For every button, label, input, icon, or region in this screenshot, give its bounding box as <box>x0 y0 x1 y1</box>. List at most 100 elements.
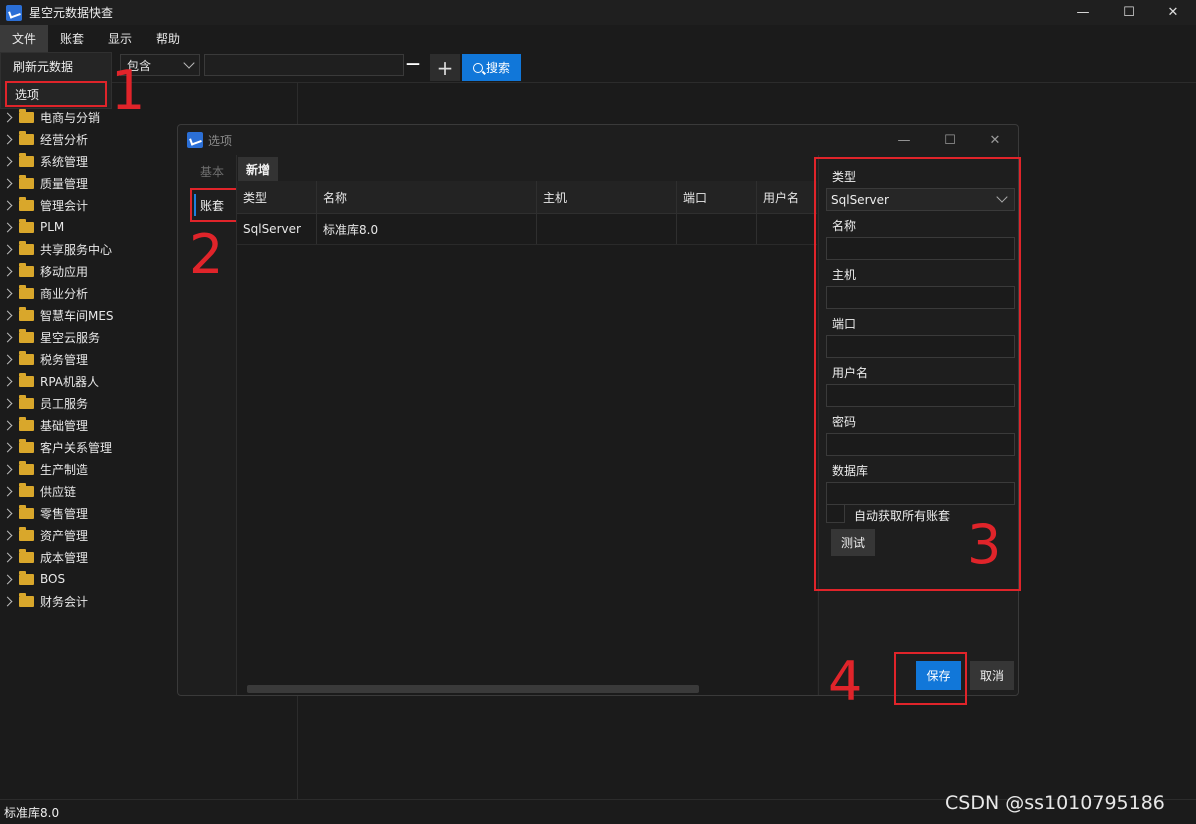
close-button[interactable]: ✕ <box>1150 0 1196 25</box>
username-field[interactable] <box>826 384 1015 407</box>
column-header-username[interactable]: 用户名 <box>757 181 817 213</box>
title-bar: 星空元数据快查 — ☐ ✕ <box>0 0 1196 25</box>
tab-new[interactable]: 新增 <box>238 157 278 181</box>
menu-view[interactable]: 显示 <box>96 25 144 52</box>
tree-item-label: 财务会计 <box>40 594 89 609</box>
tree-item-label: 客户关系管理 <box>40 440 113 455</box>
folder-icon <box>19 174 34 189</box>
tree-item-label: 质量管理 <box>40 176 89 191</box>
type-select[interactable]: SqlServer <box>826 188 1015 211</box>
chevron-right-icon[interactable] <box>2 596 13 606</box>
chevron-right-icon[interactable] <box>2 552 13 562</box>
chevron-right-icon[interactable] <box>2 354 13 364</box>
folder-icon <box>19 196 34 211</box>
tree-item-label: 共享服务中心 <box>40 242 113 257</box>
tree-item-label: 税务管理 <box>40 352 89 367</box>
maximize-button[interactable]: ☐ <box>1106 0 1152 25</box>
folder-icon <box>19 438 34 453</box>
folder-icon <box>19 482 34 497</box>
chevron-right-icon[interactable] <box>2 332 13 342</box>
host-field[interactable] <box>826 286 1015 309</box>
dialog-logo-icon <box>187 132 203 148</box>
folder-icon <box>19 394 34 409</box>
password-field[interactable] <box>826 433 1015 456</box>
chevron-right-icon[interactable] <box>2 574 13 584</box>
folder-icon <box>19 218 34 233</box>
nav-item-basic[interactable]: 基本 <box>200 163 224 180</box>
chevron-right-icon[interactable] <box>2 442 13 452</box>
minimize-button[interactable]: — <box>1060 0 1106 25</box>
port-label: 端口 <box>832 317 857 331</box>
cell-name: 标准库8.0 <box>317 214 537 244</box>
search-button[interactable]: 搜索 <box>462 54 521 81</box>
folder-icon <box>19 548 34 563</box>
auto-fetch-label: 自动获取所有账套 <box>854 509 951 523</box>
annotation-step-1: 1 <box>111 59 146 122</box>
chevron-right-icon[interactable] <box>2 288 13 298</box>
chevron-right-icon[interactable] <box>2 222 13 232</box>
tree-item-label: 经营分析 <box>40 132 89 147</box>
chevron-right-icon[interactable] <box>2 156 13 166</box>
save-button[interactable]: 保存 <box>916 661 961 690</box>
menu-file[interactable]: 文件 <box>0 25 49 52</box>
port-field[interactable] <box>826 335 1015 358</box>
name-label: 名称 <box>832 219 857 233</box>
chevron-right-icon[interactable] <box>2 530 13 540</box>
tree-item-label: BOS <box>40 572 66 586</box>
column-header-name[interactable]: 名称 <box>317 181 537 213</box>
dialog-close-button[interactable]: ✕ <box>972 125 1018 155</box>
folder-icon <box>19 570 34 585</box>
chevron-right-icon[interactable] <box>2 200 13 210</box>
chevron-right-icon[interactable] <box>2 464 13 474</box>
database-field[interactable] <box>826 482 1015 505</box>
dialog-title-bar: 选项 — ☐ ✕ <box>178 125 1018 155</box>
cell-host <box>537 214 677 244</box>
search-input[interactable] <box>204 54 404 76</box>
chevron-right-icon[interactable] <box>2 486 13 496</box>
column-header-port[interactable]: 端口 <box>677 181 757 213</box>
chevron-right-icon[interactable] <box>2 508 13 518</box>
chevron-right-icon[interactable] <box>2 134 13 144</box>
chevron-right-icon[interactable] <box>2 244 13 254</box>
minus-icon[interactable]: — <box>406 57 420 71</box>
search-icon <box>472 62 483 73</box>
menu-item-refresh-metadata[interactable]: 刷新元数据 <box>1 53 111 80</box>
app-logo-icon <box>6 4 22 21</box>
chevron-right-icon[interactable] <box>2 398 13 408</box>
menu-help[interactable]: 帮助 <box>144 25 192 52</box>
menu-account[interactable]: 账套 <box>48 25 96 52</box>
column-header-type[interactable]: 类型 <box>237 181 317 213</box>
chevron-right-icon[interactable] <box>2 178 13 188</box>
folder-icon <box>19 152 34 167</box>
options-dialog: 选项 — ☐ ✕ 基本 账套 新增 类型 名称 主机 端口 用户名 SqlSer… <box>177 124 1021 705</box>
folder-icon <box>19 592 34 607</box>
tree-item-label: 员工服务 <box>40 396 89 411</box>
dialog-maximize-button[interactable]: ☐ <box>927 125 973 155</box>
dialog-title: 选项 <box>208 133 233 148</box>
chevron-right-icon[interactable] <box>2 376 13 386</box>
menu-item-options[interactable]: 选项 <box>5 81 107 107</box>
name-field[interactable] <box>826 237 1015 260</box>
dialog-minimize-button[interactable]: — <box>881 125 927 155</box>
table-row[interactable]: SqlServer 标准库8.0 <box>237 214 817 245</box>
tree-item-label: 移动应用 <box>40 264 89 279</box>
column-header-host[interactable]: 主机 <box>537 181 677 213</box>
tree-item-label: 基础管理 <box>40 418 89 433</box>
test-button[interactable]: 测试 <box>831 529 875 556</box>
chevron-right-icon[interactable] <box>2 420 13 430</box>
chevron-down-icon <box>996 191 1008 203</box>
folder-icon <box>19 328 34 343</box>
chevron-right-icon[interactable] <box>2 266 13 276</box>
add-condition-button[interactable]: + <box>430 54 460 81</box>
horizontal-scrollbar[interactable] <box>247 685 699 693</box>
chevron-right-icon[interactable] <box>2 112 13 122</box>
auto-fetch-checkbox[interactable] <box>826 504 845 523</box>
nav-item-account[interactable]: 账套 <box>190 188 238 222</box>
status-text: 标准库8.0 <box>4 805 60 820</box>
chevron-right-icon[interactable] <box>2 310 13 320</box>
cell-port <box>677 214 757 244</box>
tree-item-label: PLM <box>40 220 65 234</box>
cancel-button[interactable]: 取消 <box>970 661 1014 690</box>
annotation-step-3: 3 <box>967 513 1002 576</box>
grid-header: 类型 名称 主机 端口 用户名 <box>237 181 817 214</box>
